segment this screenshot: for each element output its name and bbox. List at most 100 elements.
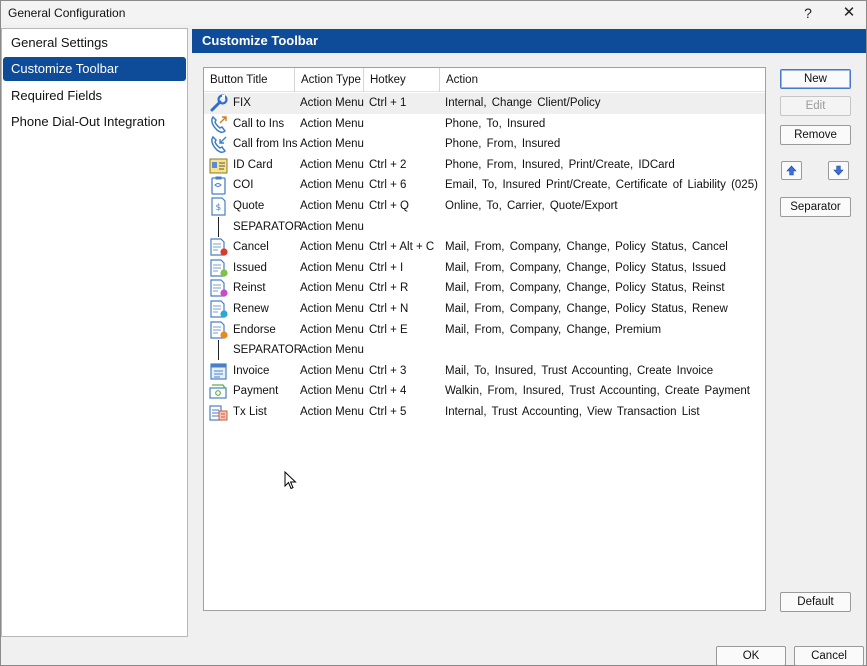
table-row[interactable]: Call from Ins Action Menu Phone, From, Ins…: [204, 134, 765, 155]
sidebar-item-general-settings[interactable]: General Settings: [3, 31, 186, 55]
cell-button-title: Reinst: [233, 282, 266, 295]
table-row[interactable]: Renew Action Menu Ctrl + N Mail, From, Comp…: [204, 299, 765, 320]
cell-action-type: Action Menu: [300, 406, 364, 418]
cell-button-title: Cancel: [233, 241, 269, 254]
new-button[interactable]: New: [780, 69, 851, 89]
cell-action: Mail, From, Company, Change, Policy Stat…: [445, 241, 728, 254]
cell-hotkey: Ctrl + I: [369, 261, 404, 274]
cell-button-title: SEPARATOR: [233, 220, 303, 233]
invoice-icon: [209, 362, 229, 381]
cancel-document-icon: [209, 238, 229, 257]
svg-text:$: $: [216, 203, 222, 213]
mouse-cursor-icon: [284, 471, 297, 490]
cell-hotkey: Ctrl + E: [369, 323, 408, 336]
move-up-button[interactable]: [781, 161, 802, 180]
close-icon[interactable]: ✕: [839, 3, 859, 23]
cell-action-type: Action Menu: [300, 158, 364, 171]
table-row[interactable]: Issued Action Menu Ctrl + I Mail, From, Com…: [204, 258, 765, 279]
cell-action-type: Action Menu: [300, 179, 364, 192]
cell-action-type: Action Menu: [300, 97, 364, 109]
cell-button-title: FIX: [233, 97, 251, 109]
cell-action: Mail, To, Insured, Trust Accounting, Cre…: [445, 364, 714, 377]
cell-hotkey: Ctrl + Q: [369, 200, 409, 212]
endorse-document-icon: [209, 320, 229, 340]
window-title: General Configuration: [8, 6, 126, 20]
cell-hotkey: Ctrl + 4: [369, 385, 407, 398]
cell-hotkey: Ctrl + 3: [369, 364, 407, 377]
reinstate-document-icon: [209, 279, 229, 298]
table-row[interactable]: $ Quote Action Menu Ctrl + Q Online, To, Car…: [204, 196, 765, 217]
cell-action: Internal, Change Client/Policy: [445, 97, 601, 109]
cell-action-type: Action Menu: [300, 323, 364, 336]
cell-action-type: Action Menu: [300, 303, 364, 315]
transaction-list-icon: [209, 403, 229, 422]
clipboard-icon: [209, 176, 229, 196]
renew-document-icon: [209, 300, 229, 319]
table-row[interactable]: Reinst Action Menu Ctrl + R Mail, From, Com…: [204, 278, 765, 299]
wrench-icon: [209, 94, 229, 113]
separator-icon: [218, 340, 219, 361]
toolbar-buttons-list[interactable]: Button Title Action Type Hotkey Action F…: [203, 67, 766, 611]
cell-hotkey: Ctrl + 2: [369, 158, 407, 171]
cell-action: Mail, From, Company, Change, Policy Stat…: [445, 303, 728, 315]
payment-icon: [209, 382, 229, 401]
help-icon[interactable]: ?: [798, 3, 818, 23]
remove-button[interactable]: Remove: [780, 125, 851, 145]
table-row[interactable]: ID Card Action Menu Ctrl + 2 Phone, From, I…: [204, 155, 765, 176]
cell-action: Online, To, Carrier, Quote/Export: [445, 200, 618, 212]
table-row[interactable]: Endorse Action Menu Ctrl + E Mail, From, Co…: [204, 320, 765, 341]
table-row[interactable]: SEPARATOR Action Menu: [204, 216, 765, 238]
table-row[interactable]: Cancel Action Menu Ctrl + Alt + C Mail, Fro…: [204, 237, 765, 258]
cell-button-title: COI: [233, 179, 254, 192]
table-row[interactable]: COI Action Menu Ctrl + 6 Email, To, Insured…: [204, 175, 765, 196]
sidebar-item-customize-toolbar[interactable]: Customize Toolbar: [3, 57, 186, 81]
sidebar-item-required-fields[interactable]: Required Fields: [3, 84, 186, 108]
cell-button-title: Quote: [233, 200, 265, 212]
table-row[interactable]: Invoice Action Menu Ctrl + 3 Mail, To, Insu…: [204, 361, 765, 382]
cell-button-title: Tx List: [233, 406, 267, 418]
cell-button-title: Invoice: [233, 364, 270, 377]
cell-hotkey: Ctrl + 1: [369, 97, 407, 109]
cell-hotkey: Ctrl + N: [369, 303, 409, 315]
cell-action-type: Action Menu: [300, 344, 364, 357]
cell-action-type: Action Menu: [300, 220, 364, 233]
table-row[interactable]: Tx List Action Menu Ctrl + 5 Internal, Trus…: [204, 402, 765, 423]
cell-hotkey: Ctrl + Alt + C: [369, 241, 435, 254]
arrow-down-icon: [833, 165, 844, 176]
separator-button[interactable]: Separator: [780, 197, 851, 217]
cell-button-title: Call from Ins: [233, 138, 298, 151]
column-header-hotkey[interactable]: Hotkey: [364, 68, 440, 92]
cell-button-title: Renew: [233, 303, 269, 315]
cell-action: Phone, From, Insured, Print/Create, IDCa…: [445, 158, 675, 171]
cell-button-title: Endorse: [233, 323, 276, 336]
settings-sidebar: General Settings Customize Toolbar Requi…: [1, 28, 188, 637]
default-button[interactable]: Default: [780, 592, 851, 612]
arrow-up-icon: [786, 165, 797, 176]
cancel-button[interactable]: Cancel: [794, 646, 864, 666]
cell-hotkey: Ctrl + R: [369, 282, 409, 295]
cell-button-title: Call to Ins: [233, 117, 285, 130]
edit-button[interactable]: Edit: [780, 96, 851, 116]
column-header-action-type[interactable]: Action Type: [295, 68, 364, 92]
list-header: Button Title Action Type Hotkey Action: [204, 68, 765, 92]
sidebar-item-phone-dial-out[interactable]: Phone Dial-Out Integration: [3, 110, 186, 134]
table-row[interactable]: FIX Action Menu Ctrl + 1 Internal, Change C…: [204, 93, 765, 114]
cell-action-type: Action Menu: [300, 200, 364, 212]
cell-button-title: ID Card: [233, 158, 273, 171]
cell-action-type: Action Menu: [300, 385, 364, 398]
cell-action-type: Action Menu: [300, 241, 364, 254]
id-card-icon: [209, 156, 229, 175]
cell-action: Walkin, From, Insured, Trust Accounting,…: [445, 385, 750, 398]
column-header-button-title[interactable]: Button Title: [204, 68, 295, 92]
table-row[interactable]: SEPARATOR Action Menu: [204, 340, 765, 361]
move-down-button[interactable]: [828, 161, 849, 180]
column-header-action[interactable]: Action: [440, 68, 765, 92]
cell-action: Internal, Trust Accounting, View Transac…: [445, 406, 700, 418]
table-row[interactable]: Payment Action Menu Ctrl + 4 Walkin, From, …: [204, 381, 765, 402]
cell-hotkey: Ctrl + 5: [369, 406, 407, 418]
table-row[interactable]: Call to Ins Action Menu Phone, To, Insured: [204, 114, 765, 135]
title-bar: General Configuration ? ✕: [1, 1, 866, 25]
ok-button[interactable]: OK: [716, 646, 786, 666]
cell-action: Mail, From, Company, Change, Policy Stat…: [445, 282, 725, 295]
issued-document-icon: [209, 259, 229, 278]
